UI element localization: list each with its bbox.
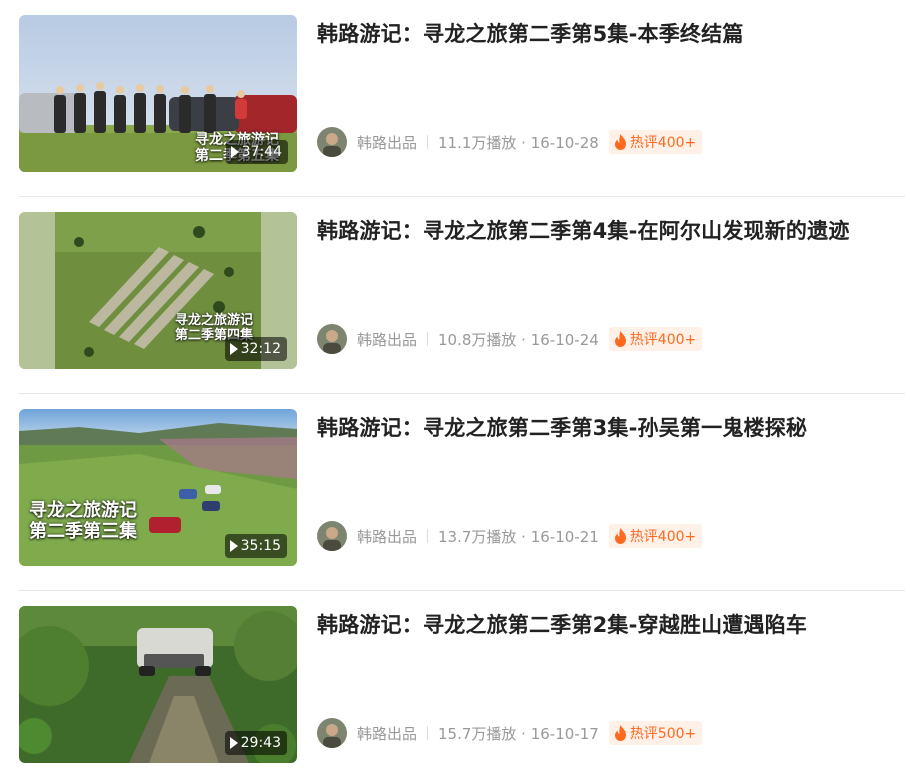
- hot-comment-badge[interactable]: 热评400+: [608, 524, 703, 548]
- video-thumbnail[interactable]: 寻龙之旅游记 第二季第四集 32:12: [19, 212, 297, 369]
- fire-icon: [614, 331, 627, 347]
- duration-text: 35:15: [240, 538, 281, 554]
- play-icon: [229, 540, 238, 552]
- video-meta: 韩路出品 11.1万播放 · 16-10-28 热评400+: [317, 127, 703, 157]
- author-name[interactable]: 韩路出品: [357, 526, 417, 547]
- duration-badge: 37:44: [225, 140, 288, 164]
- duration-badge: 35:15: [224, 534, 287, 558]
- hot-comment-text: 热评400+: [629, 529, 697, 545]
- divider: [427, 332, 429, 346]
- hot-comment-text: 热评400+: [629, 332, 697, 348]
- play-icon: [230, 146, 239, 158]
- author-name[interactable]: 韩路出品: [357, 329, 417, 350]
- avatar[interactable]: [317, 127, 347, 157]
- video-list: 寻龙之旅游记 第二季第五集 37:44 韩路游记：寻龙之旅第二季第5集-本季终结…: [0, 0, 905, 784]
- author-name[interactable]: 韩路出品: [357, 132, 417, 153]
- video-thumbnail[interactable]: 29:43: [19, 606, 297, 763]
- avatar[interactable]: [317, 718, 347, 748]
- fire-icon: [614, 725, 627, 741]
- video-meta: 韩路出品 10.8万播放 · 16-10-24 热评400+: [317, 324, 703, 354]
- video-title[interactable]: 韩路游记：寻龙之旅第二季第2集-穿越胜山遭遇陷车: [317, 609, 807, 639]
- hot-comment-text: 热评400+: [629, 135, 697, 151]
- list-item: 寻龙之旅游记 第二季第四集 32:12 韩路游记：寻龙之旅第二季第4集-在阿尔山…: [19, 197, 905, 394]
- play-icon: [229, 737, 238, 749]
- duration-badge: 32:12: [224, 337, 287, 361]
- video-thumbnail[interactable]: 寻龙之旅游记 第二季第三集 35:15: [19, 409, 297, 566]
- author-name[interactable]: 韩路出品: [357, 723, 417, 744]
- divider: [427, 135, 429, 149]
- avatar[interactable]: [317, 324, 347, 354]
- video-title[interactable]: 韩路游记：寻龙之旅第二季第4集-在阿尔山发现新的遗迹: [317, 215, 850, 245]
- hot-comment-badge[interactable]: 热评400+: [608, 130, 703, 154]
- duration-text: 29:43: [240, 735, 281, 751]
- video-title[interactable]: 韩路游记：寻龙之旅第二季第5集-本季终结篇: [317, 18, 744, 48]
- divider: [427, 726, 429, 740]
- play-count-date: 13.7万播放 · 16-10-21: [438, 527, 599, 546]
- list-item: 29:43 韩路游记：寻龙之旅第二季第2集-穿越胜山遭遇陷车 韩路出品 15.7…: [19, 591, 905, 784]
- play-icon: [229, 343, 238, 355]
- hot-comment-badge[interactable]: 热评400+: [608, 327, 703, 351]
- hot-comment-text: 热评500+: [629, 726, 697, 742]
- avatar[interactable]: [317, 521, 347, 551]
- duration-text: 32:12: [240, 341, 281, 357]
- duration-badge: 29:43: [224, 731, 287, 755]
- thumbnail-caption: 寻龙之旅游记 第二季第三集: [29, 500, 137, 542]
- video-meta: 韩路出品 15.7万播放 · 16-10-17 热评500+: [317, 718, 703, 748]
- video-thumbnail[interactable]: 寻龙之旅游记 第二季第五集 37:44: [19, 15, 297, 172]
- duration-text: 37:44: [241, 144, 282, 160]
- play-count-date: 10.8万播放 · 16-10-24: [438, 330, 599, 349]
- list-item: 寻龙之旅游记 第二季第五集 37:44 韩路游记：寻龙之旅第二季第5集-本季终结…: [19, 0, 905, 197]
- hot-comment-badge[interactable]: 热评500+: [608, 721, 703, 745]
- fire-icon: [614, 528, 627, 544]
- play-count-date: 11.1万播放 · 16-10-28: [438, 133, 599, 152]
- video-title[interactable]: 韩路游记：寻龙之旅第二季第3集-孙吴第一鬼楼探秘: [317, 412, 807, 442]
- fire-icon: [614, 134, 627, 150]
- play-count-date: 15.7万播放 · 16-10-17: [438, 724, 599, 743]
- video-meta: 韩路出品 13.7万播放 · 16-10-21 热评400+: [317, 521, 703, 551]
- list-item: 寻龙之旅游记 第二季第三集 35:15 韩路游记：寻龙之旅第二季第3集-孙吴第一…: [19, 394, 905, 591]
- divider: [427, 529, 429, 543]
